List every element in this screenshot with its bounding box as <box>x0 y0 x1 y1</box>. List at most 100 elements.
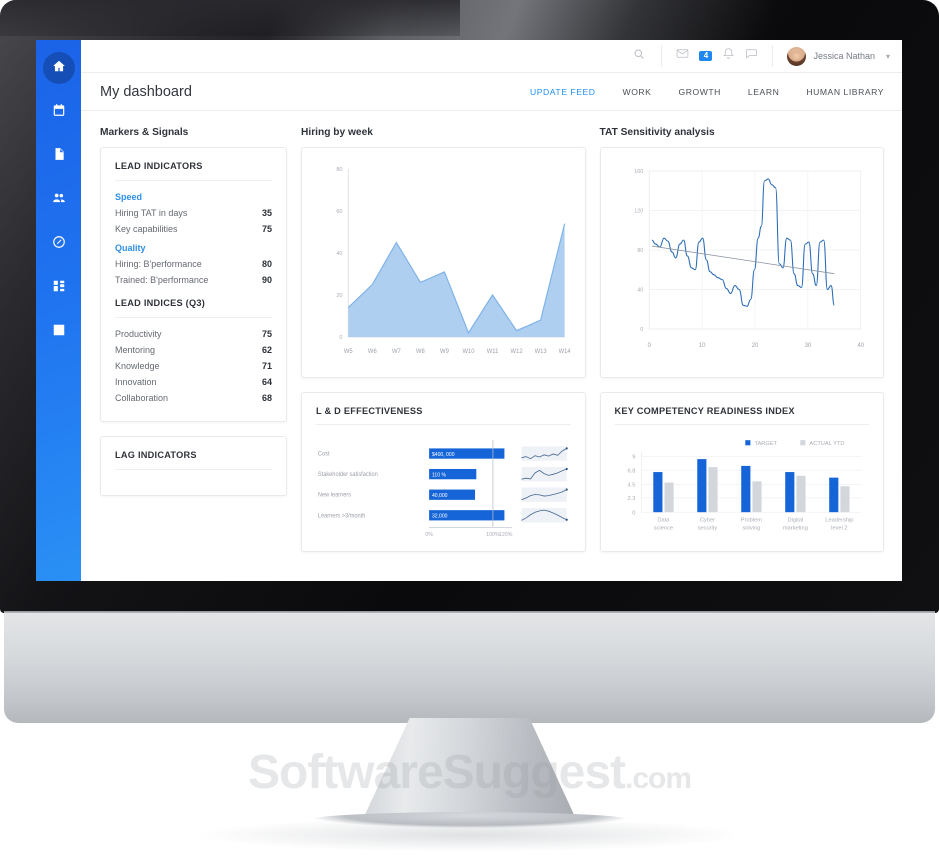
chevron-down-icon[interactable]: ▾ <box>886 52 890 61</box>
tab-update-feed[interactable]: UPDATE FEED <box>530 87 596 97</box>
svg-text:110 %: 110 % <box>432 472 446 478</box>
lead-indicators-card: LEAD INDICATORS Speed Hiring TAT in days… <box>100 147 287 422</box>
row-label: Collaboration <box>115 393 169 403</box>
svg-text:40: 40 <box>857 343 864 349</box>
mail-button[interactable] <box>676 47 689 65</box>
row-label: Knowledge <box>115 361 160 371</box>
calendar-icon <box>52 103 66 122</box>
svg-text:80: 80 <box>336 167 342 173</box>
notification-badge[interactable]: 4 <box>699 50 713 62</box>
svg-text:solving: solving <box>742 526 760 532</box>
tat-sensitivity-chart: 0 40 80 120 160 0 10 20 30 40 <box>599 147 884 378</box>
home-icon <box>52 59 66 78</box>
lag-indicators-title: LAG INDICATORS <box>115 450 272 470</box>
svg-text:32,000: 32,000 <box>432 513 448 519</box>
row-label: Trained: B'performance <box>115 275 209 285</box>
monitor-scene: 4 Jessica Nathan ▾ My dashboard UPDATE F… <box>0 0 939 864</box>
group-title-quality: Quality <box>115 243 146 253</box>
search-icon <box>633 47 645 65</box>
sidebar-item-reports[interactable] <box>43 316 75 348</box>
bell-icon <box>722 47 735 65</box>
svg-text:40,000: 40,000 <box>432 493 448 499</box>
hiring-column: Hiring by week 0 20 40 60 80 W5 W6 W7 W8 W9 W10 W1… <box>301 127 586 378</box>
svg-text:W9: W9 <box>440 349 449 355</box>
list-item: Innovation 64 <box>115 377 272 387</box>
svg-text:ACTUAL YTD: ACTUAL YTD <box>809 441 844 447</box>
svg-text:security: security <box>697 526 717 532</box>
svg-text:TARGET: TARGET <box>754 441 777 447</box>
list-item: Key capabilities 75 <box>115 224 272 234</box>
row-value: 68 <box>261 393 272 403</box>
svg-text:120: 120 <box>634 208 643 214</box>
avatar <box>787 46 807 66</box>
tab-work[interactable]: WORK <box>623 87 652 97</box>
row-value: 90 <box>261 275 272 285</box>
section-heading-tat: TAT Sensitivity analysis <box>599 127 715 138</box>
user-name: Jessica Nathan <box>813 51 875 61</box>
svg-text:Leadership: Leadership <box>825 517 853 523</box>
svg-text:40: 40 <box>336 251 342 257</box>
list-item: Mentoring 62 <box>115 345 272 355</box>
row-label: Hiring TAT in days <box>115 208 188 218</box>
search-button[interactable] <box>617 47 661 65</box>
group-quality: Quality Hiring: B'performance 80 Trained… <box>115 243 272 285</box>
svg-text:30: 30 <box>804 343 811 349</box>
line-chart-svg: 0 40 80 120 160 0 10 20 30 40 <box>634 169 864 349</box>
watermark-tld: .com <box>625 762 692 795</box>
chat-icon <box>745 47 758 65</box>
sidebar-item-calendar[interactable] <box>43 96 75 128</box>
row-value: 75 <box>261 329 272 339</box>
grid-icon <box>52 279 66 298</box>
svg-text:100%: 100% <box>486 532 500 538</box>
lag-indicators-card: LAG INDICATORS <box>100 436 287 496</box>
main-area: 4 Jessica Nathan ▾ My dashboard UPDATE F… <box>81 40 902 581</box>
competency-body: TARGET ACTUAL YTD 0 2.3 4.5 6.8 9 Data science… <box>615 434 870 541</box>
svg-text:level 2: level 2 <box>831 526 847 532</box>
dashboard-app: 4 Jessica Nathan ▾ My dashboard UPDATE F… <box>36 40 902 581</box>
row-label: Productivity <box>115 329 162 339</box>
svg-text:4.5: 4.5 <box>627 482 635 488</box>
tab-growth[interactable]: GROWTH <box>678 87 720 97</box>
tab-human-library[interactable]: HUMAN LIBRARY <box>806 87 884 97</box>
svg-text:0: 0 <box>339 335 342 341</box>
competency-card: KEY COMPETENCY READINESS INDEX TARGET ACT… <box>599 392 884 552</box>
tab-learn[interactable]: LEARN <box>748 87 779 97</box>
svg-text:science: science <box>653 526 672 532</box>
user-menu[interactable]: Jessica Nathan ▾ <box>773 46 890 66</box>
monitor-stand <box>362 718 577 820</box>
svg-text:W11: W11 <box>487 349 499 355</box>
chat-button[interactable] <box>745 47 758 65</box>
svg-text:W14: W14 <box>559 349 572 355</box>
competency-bars-svg: TARGET ACTUAL YTD 0 2.3 4.5 6.8 9 Data science… <box>627 440 861 532</box>
svg-text:9: 9 <box>632 455 635 461</box>
sidebar-item-apps[interactable] <box>43 272 75 304</box>
list-item: Knowledge 71 <box>115 361 272 371</box>
svg-text:80: 80 <box>637 248 643 254</box>
svg-text:40: 40 <box>637 287 643 293</box>
list-item: Collaboration 68 <box>115 393 272 403</box>
sidebar-item-documents[interactable] <box>43 140 75 172</box>
svg-text:W10: W10 <box>462 349 475 355</box>
row-label: Key capabilities <box>115 224 178 234</box>
competency-title: KEY COMPETENCY READINESS INDEX <box>614 406 869 425</box>
sidebar-item-home[interactable] <box>42 52 75 84</box>
svg-text:0%: 0% <box>425 532 433 538</box>
notification-group: 4 <box>661 45 774 67</box>
row-value: 80 <box>261 259 272 269</box>
svg-text:Cyber: Cyber <box>699 517 714 523</box>
svg-text:0: 0 <box>632 510 635 516</box>
sidebar-item-links[interactable] <box>43 228 75 260</box>
svg-text:2.3: 2.3 <box>627 496 635 502</box>
row-label: Hiring: B'performance <box>115 259 202 269</box>
row-value: 75 <box>261 224 272 234</box>
svg-text:Cost: Cost <box>318 451 330 457</box>
row-value: 64 <box>261 377 272 387</box>
sidebar-item-people[interactable] <box>43 184 75 216</box>
ld-effectiveness-body: Cost $400, 000 Stakeholder satisfaction 110… <box>316 434 571 541</box>
svg-text:10: 10 <box>698 343 705 349</box>
row-value: 35 <box>261 208 272 218</box>
lead-indices-section: LEAD INDICES (Q3) Productivity 75 Mentor… <box>115 298 272 403</box>
bell-button[interactable] <box>722 47 735 65</box>
svg-text:Digital: Digital <box>787 517 803 523</box>
ld-effectiveness-title: L & D EFFECTIVENESS <box>316 406 571 425</box>
